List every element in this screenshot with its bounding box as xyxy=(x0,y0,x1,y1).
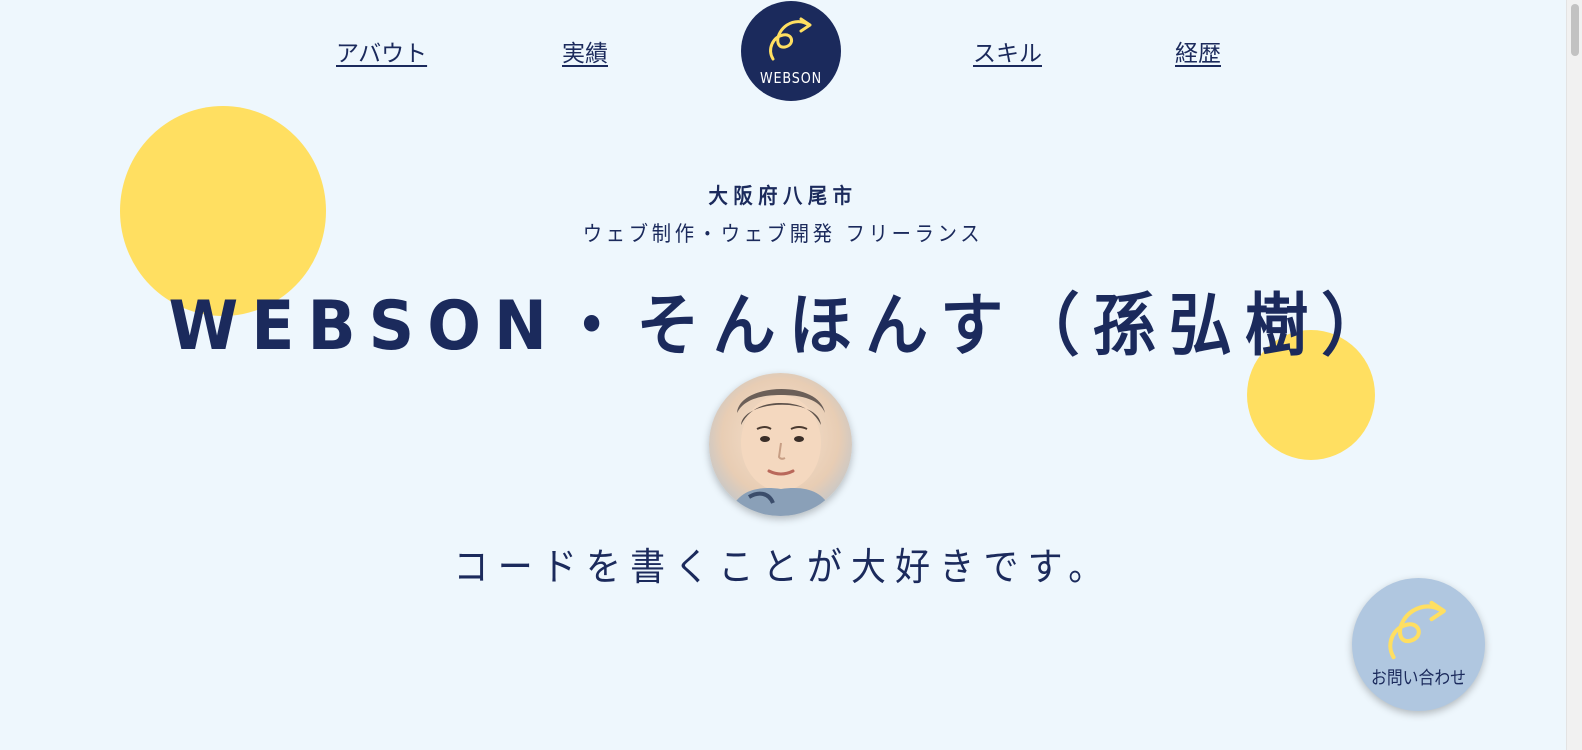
site-nav: アバウト 実績 WEBSON スキル 経歴 xyxy=(0,0,1566,110)
scrollbar-thumb[interactable] xyxy=(1571,4,1579,56)
nav-link-works[interactable]: 実績 xyxy=(562,34,608,68)
nav-link-about[interactable]: アバウト xyxy=(336,34,427,68)
avatar-portrait xyxy=(729,388,833,516)
hero-role: ウェブ制作・ウェブ開発 フリーランス xyxy=(582,222,984,246)
scrollbar[interactable] xyxy=(1566,0,1582,750)
hero-tagline: コードを書くことが大好きです。 xyxy=(453,545,1113,589)
logo[interactable]: WEBSON xyxy=(741,1,841,101)
avatar xyxy=(709,373,852,516)
curl-arrow-icon xyxy=(769,17,812,61)
logo-text: WEBSON xyxy=(760,69,822,87)
nav-link-career[interactable]: 経歴 xyxy=(1175,34,1221,68)
curl-arrow-icon xyxy=(1388,600,1446,660)
nav-link-skills[interactable]: スキル xyxy=(973,34,1042,68)
contact-button[interactable]: お問い合わせ xyxy=(1352,578,1485,711)
hero-name: WEBSON・そんほんす（孫弘樹） xyxy=(168,287,1398,366)
contact-label: お問い合わせ xyxy=(1370,668,1467,689)
hero-location: 大阪府八尾市 xyxy=(708,184,858,208)
